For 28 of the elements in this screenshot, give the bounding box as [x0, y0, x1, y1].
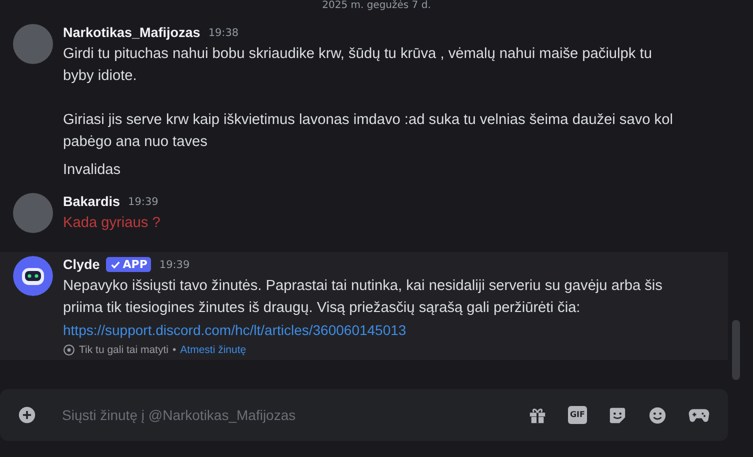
gif-button[interactable]: GIF [568, 406, 587, 424]
timestamp: 19:39 [159, 258, 190, 270]
visibility-note: Tik tu gali tai matyti [79, 344, 168, 356]
separator-dot: • [172, 344, 176, 356]
message-input-field[interactable]: Siųsti žinutę į @Narkotikas_Mafijozas GIF [0, 389, 728, 441]
message-text: Nepavyko išsiųsti tavo žinutės. Paprastai tai nutinka, kai nesidaliji serveriu su gavėju arba šis priima tik tiesiogines žinutes iš draugų. Visą priežasčių sąrašą gali peržiūrėti čia: [63, 277, 664, 318]
avatar-photo-placeholder[interactable] [13, 24, 53, 64]
author-name[interactable]: Bakardis [63, 194, 120, 209]
support-link[interactable]: https://support.discord.com/hc/lt/articles/360060145013 [63, 319, 406, 341]
gift-icon[interactable] [528, 406, 547, 424]
badge-label: APP [122, 258, 148, 271]
message-text: Invalidas [63, 161, 122, 180]
date-divider: 2025 m. gegužės 7 d. [322, 0, 431, 13]
add-icon[interactable] [18, 406, 36, 424]
sticker-icon[interactable] [608, 406, 627, 424]
author-name[interactable]: Narkotikas_Mafijozas [63, 25, 200, 40]
timestamp: 19:38 [208, 26, 239, 38]
emoji-icon[interactable] [648, 406, 667, 424]
message-text: Girdi tu pituchas nahui bobu skriaudike krw, šūdų tu krūva , vėmalų nahui maiše pačiulpk tu byby idiote. Giriasi jis serve krw kaip iškvietimus lavonas imdavo :ad suka tu velnias šeima daužei savo kol pabėgo ana nuo taves [63, 45, 674, 152]
checkmark-icon [110, 259, 121, 270]
eye-icon [63, 344, 75, 356]
avatar-photo-placeholder[interactable] [13, 193, 53, 233]
message-text: Kada gyriaus ? [63, 214, 162, 233]
author-name[interactable]: Clyde [63, 257, 100, 272]
bot-avatar-icon[interactable] [13, 256, 53, 296]
timestamp: 19:39 [128, 196, 158, 208]
dismiss-message-link[interactable]: Atmesti žinutę [180, 344, 246, 356]
scrollbar-thumb[interactable] [732, 320, 740, 380]
